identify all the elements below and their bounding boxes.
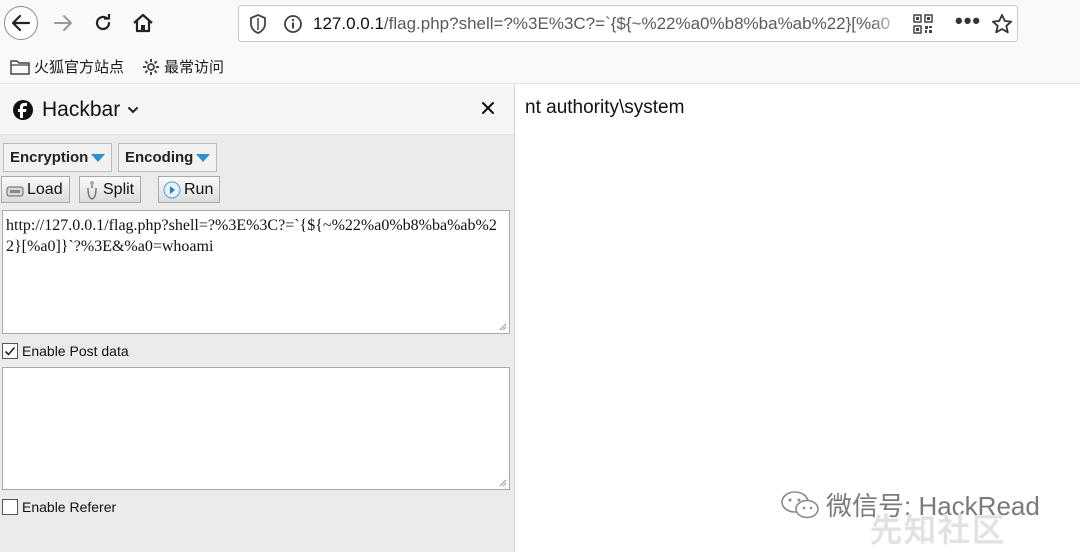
qr-code-icon[interactable] [913,14,933,39]
split-label: Split [103,180,135,198]
encryption-menu[interactable]: Encryption [3,143,113,172]
arrow-right-icon [54,15,72,31]
encryption-menu-label: Encryption [10,149,89,166]
bookmark-firefox-official[interactable]: 火狐官方站点 [10,56,124,77]
play-icon [163,181,181,198]
enable-referer-checkbox[interactable]: Enable Referer [2,499,116,515]
page-output-text: nt authority\system [525,97,685,118]
bookmark-label: 最常访问 [164,59,225,76]
url-fade [871,8,913,39]
back-button[interactable] [4,6,38,40]
caret-down-icon [196,153,211,162]
hackbar-logo-icon [12,99,34,126]
reload-button[interactable] [86,6,120,40]
folder-icon [10,59,30,75]
arrow-left-icon [11,14,31,32]
checkbox-unchecked[interactable] [2,499,18,515]
bookmark-most-visited[interactable]: 最常访问 [142,56,224,77]
wechat-logo-icon [781,490,819,518]
encoding-menu-label: Encoding [125,149,194,166]
browser-toolbar: 127.0.0.1/flag.php?shell=?%3E%3C?=`{${~%… [0,0,1080,48]
site-watermark: 先知社区 [870,512,1007,548]
post-data-textarea[interactable] [2,367,510,490]
run-label: Run [184,180,214,198]
enable-referer-label: Enable Referer [22,499,117,515]
shield-icon[interactable] [249,14,267,39]
url-textarea-value: http://127.0.0.1/flag.php?shell=?%3E%3C?… [6,217,497,255]
load-label: Load [27,180,63,198]
load-url-button[interactable]: Load [1,176,70,203]
gear-icon [143,58,159,75]
enable-post-checkbox[interactable]: Enable Post data [2,343,129,359]
enable-post-label: Enable Post data [22,343,129,359]
star-bookmark-icon[interactable] [991,13,1013,40]
home-icon [133,13,153,33]
reload-icon [95,14,111,31]
resize-grip-icon[interactable] [497,477,507,487]
forward-button[interactable] [46,6,80,40]
encoding-menu[interactable]: Encoding [118,143,218,172]
info-icon[interactable] [283,14,303,39]
url-host: 127.0.0.1 [313,14,384,33]
url-text[interactable]: 127.0.0.1/flag.php?shell=?%3E%3C?=`{${~%… [313,14,911,34]
hackbar-panel: Hackbar Encryption Encoding Load Split R… [0,85,515,552]
run-button[interactable]: Run [158,176,221,203]
split-url-button[interactable]: Split [79,176,142,203]
checkmark-icon [4,346,16,356]
home-button[interactable] [126,6,160,40]
more-actions-icon[interactable]: ••• [955,8,981,34]
hackbar-header: Hackbar [0,85,514,135]
bookmarks-bar: 火狐官方站点 最常访问 [0,48,1080,84]
url-textarea[interactable]: http://127.0.0.1/flag.php?shell=?%3E%3C?… [2,210,510,334]
chevron-down-icon[interactable] [127,102,139,120]
caret-down-icon [91,153,106,162]
bookmark-label: 火狐官方站点 [34,59,125,76]
hackbar-title[interactable]: Hackbar [42,98,120,122]
resize-grip-icon[interactable] [497,321,507,331]
address-bar[interactable]: 127.0.0.1/flag.php?shell=?%3E%3C?=`{${~%… [238,5,1018,42]
checkbox-checked[interactable] [2,343,18,359]
split-icon [87,180,97,200]
load-icon [6,186,24,196]
close-icon[interactable] [480,100,496,121]
url-path: /flag.php?shell=?%3E%3C?=`{${~%22%a0%b8%… [383,14,891,33]
